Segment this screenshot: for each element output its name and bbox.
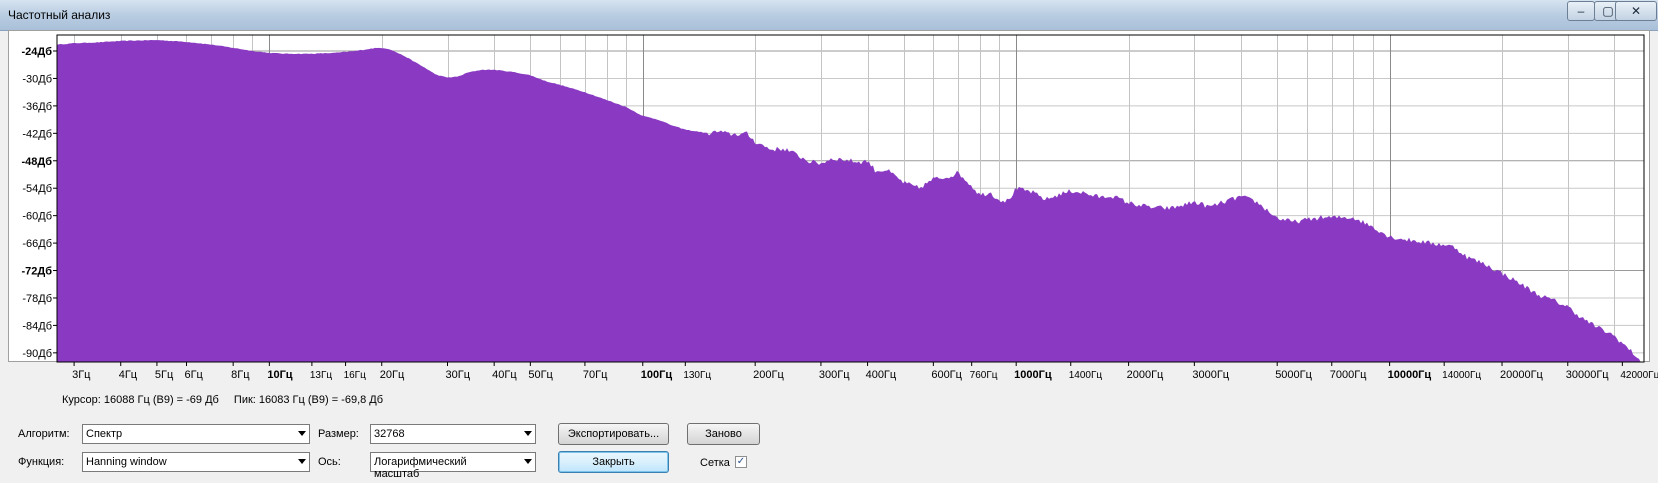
status-line: Курсор: 16088 Гц (B9) = -69 Дб Пик: 1608…	[62, 394, 395, 406]
x-tick-label: 20Гц	[380, 369, 405, 381]
y-tick-label: -48Дб	[21, 156, 52, 168]
x-tick-label: 200Гц	[753, 369, 784, 381]
peak-readout: Пик: 16083 Гц (B9) = -69,8 Дб	[233, 394, 384, 406]
close-button[interactable]: Закрыть	[558, 451, 669, 473]
x-tick-label: 5Гц	[155, 369, 174, 381]
x-tick-label: 3Гц	[72, 369, 91, 381]
x-tick-label: 300Гц	[819, 369, 850, 381]
x-tick-label: 1000Гц	[1014, 369, 1052, 381]
chevron-down-icon	[524, 431, 532, 436]
x-tick-label: 10000Гц	[1388, 369, 1432, 381]
export-button[interactable]: Экспортировать...	[558, 423, 669, 445]
x-tick-label: 30000Гц	[1566, 369, 1610, 381]
x-tick-label: 50Гц	[528, 369, 553, 381]
y-axis-ticks: -24Дб -30Дб -36Дб -42Дб -48Дб -54Дб -60Дб -66Дб…	[21, 46, 57, 360]
function-label: Функция:	[18, 456, 65, 468]
y-tick-label: -24Дб	[21, 46, 52, 58]
axis-value: Логарифмический масштаб	[374, 456, 467, 480]
spectrum-chart[interactable]: -24Дб -30Дб -36Дб -42Дб -48Дб -54Дб -60Дб -66Дб…	[0, 0, 1658, 385]
x-axis-ticks: 3Гц 4Гц 5Гц 6Гц 8Гц 10Гц 13Гц 16Гц 20Гц 30Гц 40Гц 5…	[72, 362, 1658, 381]
x-tick-label: 70Гц	[583, 369, 608, 381]
x-tick-label: 20000Гц	[1500, 369, 1544, 381]
y-tick-label: -66Дб	[22, 238, 52, 250]
y-tick-label: -84Дб	[22, 320, 52, 332]
x-tick-label: 600Гц	[931, 369, 962, 381]
x-tick-label: 30Гц	[446, 369, 471, 381]
axis-select[interactable]: Логарифмический масштаб	[370, 452, 536, 480]
x-tick-label: 3000Гц	[1192, 369, 1229, 381]
size-select[interactable]: 32768	[370, 424, 536, 444]
chevron-down-icon	[524, 459, 532, 464]
x-tick-label: 100Гц	[641, 369, 673, 381]
size-label: Размер:	[318, 428, 359, 440]
y-tick-label: -90Дб	[22, 348, 52, 360]
size-value: 32768	[374, 428, 405, 440]
x-tick-label: 6Гц	[184, 369, 203, 381]
x-tick-label: 1400Гц	[1069, 370, 1103, 381]
x-tick-label: 10Гц	[267, 369, 292, 381]
replot-button[interactable]: Заново	[687, 423, 760, 445]
x-tick-label: 760Гц	[970, 370, 998, 381]
x-tick-label: 16Гц	[344, 370, 367, 381]
x-tick-label: 7000Гц	[1330, 369, 1367, 381]
x-tick-label: 40Гц	[492, 369, 517, 381]
function-value: Hanning window	[86, 456, 167, 468]
cursor-readout: Курсор: 16088 Гц (B9) = -69 Дб	[62, 394, 219, 406]
y-tick-label: -42Дб	[22, 128, 52, 140]
x-tick-label: 14000Гц	[1442, 370, 1481, 381]
algorithm-value: Спектр	[86, 428, 123, 440]
x-tick-label: 400Гц	[866, 369, 897, 381]
algorithm-select[interactable]: Спектр	[82, 424, 310, 444]
y-tick-label: -30Дб	[22, 73, 52, 85]
y-tick-label: -54Дб	[22, 183, 52, 195]
grid-checkbox[interactable]: ✓	[735, 456, 747, 468]
x-tick-label: 13Гц	[310, 370, 333, 381]
chevron-down-icon	[298, 459, 306, 464]
axis-label: Ось:	[318, 456, 341, 468]
checkmark-icon: ✓	[736, 456, 746, 467]
y-tick-label: -78Дб	[22, 293, 52, 305]
y-tick-label: -60Дб	[22, 211, 52, 223]
x-tick-label: 2000Гц	[1127, 369, 1164, 381]
function-select[interactable]: Hanning window	[82, 452, 310, 472]
x-tick-label: 42000Гц	[1620, 370, 1658, 381]
x-tick-label: 5000Гц	[1275, 369, 1312, 381]
y-tick-label: -72Дб	[21, 266, 52, 278]
x-tick-label: 4Гц	[119, 369, 138, 381]
grid-label: Сетка	[700, 457, 730, 469]
x-tick-label: 8Гц	[231, 369, 250, 381]
algorithm-label: Алгоритм:	[18, 428, 70, 440]
x-tick-label: 130Гц	[683, 370, 711, 381]
chevron-down-icon	[298, 431, 306, 436]
y-tick-label: -36Дб	[22, 101, 52, 113]
